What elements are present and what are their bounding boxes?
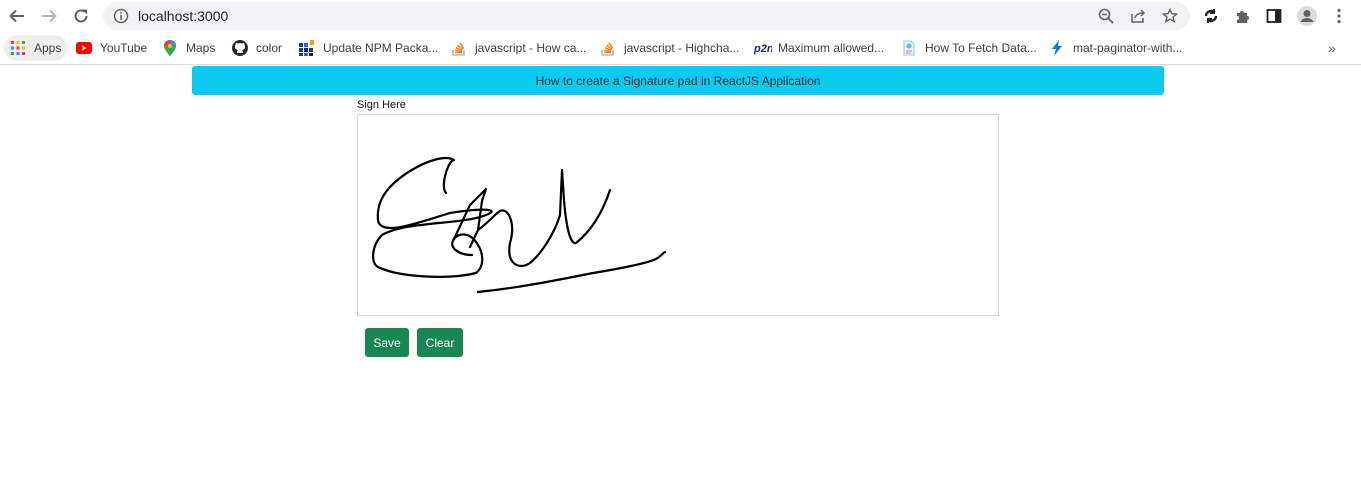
stackoverflow-icon bbox=[600, 40, 616, 56]
reload-icon[interactable] bbox=[69, 4, 93, 28]
save-button[interactable]: Save bbox=[365, 328, 409, 357]
share-icon[interactable] bbox=[1128, 6, 1148, 26]
bookmark-apps[interactable]: Apps bbox=[4, 35, 68, 61]
bookmark-label: Update NPM Packa... bbox=[323, 41, 439, 55]
bookmark-label: Maximum allowed... bbox=[778, 41, 885, 55]
bookmark-youtube[interactable]: YouTube bbox=[76, 35, 147, 61]
forward-arrow-icon[interactable] bbox=[37, 4, 61, 28]
bookmark-label: Maps bbox=[186, 41, 216, 55]
signature-drawing bbox=[372, 156, 667, 294]
address-bar[interactable]: localhost:3000 bbox=[103, 2, 1190, 30]
grid-logo-icon bbox=[299, 40, 315, 56]
bookmark-javascript-highcharts[interactable]: javascript - Highcha... bbox=[600, 35, 739, 61]
bookmark-label: How To Fetch Data... bbox=[925, 41, 1037, 55]
youtube-icon bbox=[76, 40, 92, 56]
bookmark-label: mat-paginator-with... bbox=[1073, 41, 1183, 55]
bookmark-color[interactable]: color bbox=[232, 35, 282, 61]
bookmark-label: YouTube bbox=[100, 41, 148, 55]
kebab-menu-icon[interactable] bbox=[1327, 4, 1351, 28]
url-text[interactable]: localhost:3000 bbox=[138, 8, 228, 24]
sign-here-label: Sign Here bbox=[357, 99, 406, 111]
bookmark-how-to-fetch[interactable]: How To Fetch Data... bbox=[901, 35, 1037, 61]
clear-button[interactable]: Clear bbox=[417, 328, 463, 357]
bookmark-mat-paginator[interactable]: mat-paginator-with... bbox=[1049, 35, 1182, 61]
bookmark-label: javascript - How ca... bbox=[475, 41, 587, 55]
extension-sync-icon[interactable] bbox=[1199, 4, 1223, 28]
extensions-puzzle-icon[interactable] bbox=[1231, 4, 1255, 28]
svg-text:p2n: p2n bbox=[754, 43, 772, 55]
bookmark-maximum-allowed[interactable]: p2n Maximum allowed... bbox=[754, 35, 884, 61]
info-icon[interactable] bbox=[111, 6, 131, 26]
p2n-icon: p2n bbox=[754, 40, 772, 56]
banner-title: How to create a Signature pad in ReactJS… bbox=[535, 73, 821, 88]
page-icon bbox=[901, 40, 917, 56]
bookmark-maps[interactable]: Maps bbox=[162, 35, 215, 61]
bookmark-label: Apps bbox=[34, 41, 62, 55]
profile-avatar-icon[interactable] bbox=[1295, 4, 1319, 28]
bookmark-label: javascript - Highcha... bbox=[624, 41, 740, 55]
page-banner: How to create a Signature pad in ReactJS… bbox=[192, 66, 1164, 95]
bookmark-update-npm[interactable]: Update NPM Packa... bbox=[299, 35, 438, 61]
bookmarks-bar: Apps YouTube Maps color Update NPM Packa… bbox=[0, 32, 1361, 65]
signature-pad[interactable] bbox=[357, 114, 999, 316]
stackoverflow-icon bbox=[451, 40, 467, 56]
bookmark-star-icon[interactable] bbox=[1160, 6, 1180, 26]
bookmark-label: color bbox=[256, 41, 283, 55]
apps-grid-icon bbox=[10, 40, 26, 56]
github-icon bbox=[232, 40, 248, 56]
side-panel-icon[interactable] bbox=[1262, 4, 1286, 28]
zoom-icon[interactable] bbox=[1096, 6, 1116, 26]
maps-pin-icon bbox=[162, 40, 178, 56]
bookmark-javascript-how[interactable]: javascript - How ca... bbox=[451, 35, 586, 61]
lightning-icon bbox=[1049, 40, 1065, 56]
browser-toolbar: localhost:3000 bbox=[0, 0, 1361, 32]
more-bookmarks-chevron-icon[interactable]: » bbox=[1328, 40, 1336, 56]
back-arrow-icon[interactable] bbox=[5, 4, 29, 28]
